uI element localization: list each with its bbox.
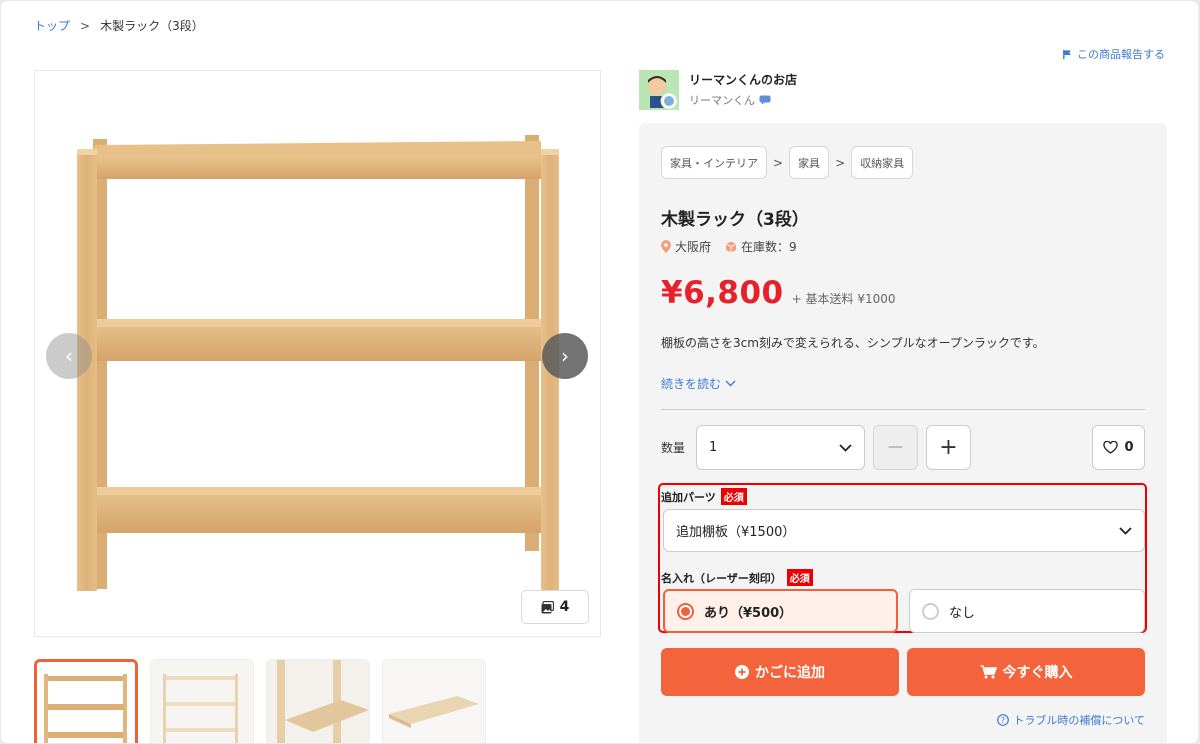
breadcrumb-current: 木製ラック（3段） <box>100 19 204 33</box>
product-location: 大阪府 <box>675 240 712 254</box>
buy-now-label: 今すぐ購入 <box>1002 665 1073 681</box>
required-badge: 必須 <box>786 569 813 586</box>
add-to-cart-label: かごに追加 <box>755 665 825 681</box>
parts-option-title: 追加パーツ <box>661 490 716 504</box>
quantity-select[interactable]: 1 <box>696 425 865 470</box>
engrave-yes-label: あり（¥500） <box>704 605 793 621</box>
box-icon <box>725 241 737 252</box>
radio-selected-icon <box>677 602 694 620</box>
shop-owner-name: リーマンくん <box>689 94 755 107</box>
chevron-down-icon <box>839 443 852 452</box>
parts-select-value: 追加棚板（¥1500） <box>676 525 796 540</box>
product-price: ¥6,800 <box>661 275 784 311</box>
chat-bubble-icon <box>759 95 771 105</box>
breadcrumb: トップ > 木製ラック（3段） <box>34 17 204 34</box>
wooden-rack-image <box>77 135 559 591</box>
chevron-down-icon <box>1119 526 1132 535</box>
favorite-count: 0 <box>1124 440 1134 455</box>
shipping-fee: + 基本送料 ¥1000 <box>791 292 896 306</box>
engrave-option-title: 名入れ（レーザー刻印） <box>661 571 782 585</box>
quantity-label: 数量 <box>661 441 686 455</box>
shop-avatar[interactable] <box>639 70 679 110</box>
cart-icon <box>980 665 997 679</box>
heart-icon <box>1103 441 1119 454</box>
engrave-no-radio[interactable]: なし <box>909 589 1145 633</box>
avatar-image <box>639 70 679 110</box>
images-icon <box>541 600 554 613</box>
category-path: 家具・インテリア > 家具 > 収納家具 <box>661 146 914 179</box>
product-meta: 大阪府 在庫数：9 <box>661 238 797 255</box>
image-count: 4 <box>559 599 570 615</box>
trouble-link-label: トラブル時の補償について <box>1013 714 1145 727</box>
svg-text:?: ? <box>1001 716 1005 725</box>
quantity-value: 1 <box>709 440 718 455</box>
product-info-panel: 家具・インテリア > 家具 > 収納家具 木製ラック（3段） 大阪府 在庫数：9… <box>639 123 1167 743</box>
breadcrumb-separator: > <box>80 18 91 33</box>
category-separator: > <box>773 155 784 170</box>
product-stock: 在庫数：9 <box>741 240 797 254</box>
thumbnail-2[interactable] <box>150 659 254 743</box>
options-section: 追加パーツ 必須 追加棚板（¥1500） 名入れ（レーザー刻印） 必須 あり（¥… <box>658 483 1147 633</box>
previous-image-button[interactable]: ‹ <box>46 333 92 379</box>
rack-light-thumbnail-image <box>151 660 253 743</box>
engrave-yes-radio[interactable]: あり（¥500） <box>663 589 898 633</box>
report-link[interactable]: この商品報告する <box>1062 46 1165 62</box>
read-more-label: 続きを読む <box>661 377 722 391</box>
thumbnail-4[interactable] <box>382 659 486 743</box>
quantity-decrease-button[interactable]: − <box>873 425 918 470</box>
category-separator: > <box>835 155 846 170</box>
buy-now-button[interactable]: 今すぐ購入 <box>907 648 1145 696</box>
product-title: 木製ラック（3段） <box>661 210 809 230</box>
add-to-cart-button[interactable]: かごに追加 <box>661 648 899 696</box>
category-chip-furniture[interactable]: 家具 <box>789 146 830 179</box>
radio-unselected-icon <box>922 602 939 620</box>
engrave-option-label: 名入れ（レーザー刻印） 必須 <box>661 569 813 586</box>
report-label: この商品報告する <box>1077 48 1165 61</box>
divider <box>661 409 1145 410</box>
shelf-board-thumbnail-image <box>383 660 485 743</box>
category-chip-interior[interactable]: 家具・インテリア <box>661 146 767 179</box>
plus-circle-icon <box>735 665 749 679</box>
rack-detail-thumbnail-image <box>267 660 369 743</box>
thumbnail-1[interactable] <box>34 659 138 743</box>
main-product-image[interactable]: ‹ › 4 <box>34 70 601 637</box>
breadcrumb-home-link[interactable]: トップ <box>34 17 70 34</box>
favorite-button[interactable]: 0 <box>1092 425 1145 470</box>
required-badge: 必須 <box>720 488 747 505</box>
trouble-compensation-link[interactable]: ? トラブル時の補償について <box>997 712 1145 728</box>
parts-select[interactable]: 追加棚板（¥1500） <box>663 509 1145 552</box>
page-frame: トップ > 木製ラック（3段） この商品報告する ‹ › 4 リーマンくんのお店… <box>1 1 1198 743</box>
rack-thumbnail-image <box>37 662 135 743</box>
next-image-button[interactable]: › <box>542 333 588 379</box>
price-row: ¥6,800 + 基本送料 ¥1000 <box>661 275 896 311</box>
category-chip-storage[interactable]: 収納家具 <box>851 146 914 179</box>
thumbnail-strip <box>34 659 486 743</box>
location-pin-icon <box>661 240 671 253</box>
question-circle-icon: ? <box>997 714 1010 726</box>
engrave-no-label: なし <box>949 605 976 621</box>
image-count-badge[interactable]: 4 <box>521 590 589 624</box>
quantity-increase-button[interactable]: + <box>926 425 971 470</box>
product-description: 棚板の高さを3cm刻みで変えられる、シンプルなオープンラックです。 <box>661 336 1045 350</box>
shop-owner: リーマンくん <box>689 92 771 108</box>
parts-option-label: 追加パーツ 必須 <box>661 488 747 505</box>
shop-name[interactable]: リーマンくんのお店 <box>689 71 797 88</box>
read-more-link[interactable]: 続きを読む <box>661 375 736 392</box>
flag-icon <box>1063 49 1071 59</box>
chevron-down-icon <box>725 380 736 387</box>
thumbnail-3[interactable] <box>266 659 370 743</box>
